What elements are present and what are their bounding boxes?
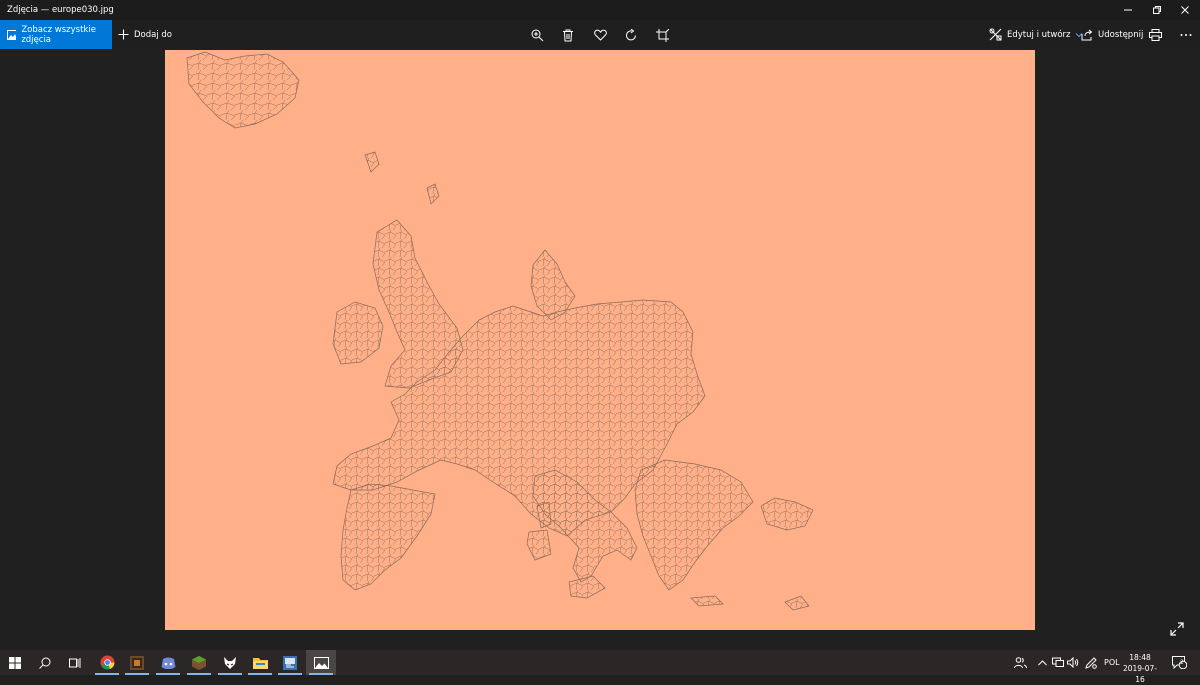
restore-button[interactable] <box>1142 0 1172 20</box>
europe-map-image[interactable] <box>165 50 1035 630</box>
minimize-icon <box>1124 9 1132 11</box>
view-all-label: Zobacz wszystkie zdjęcia <box>21 24 96 45</box>
file-explorer-icon <box>252 657 268 669</box>
chevron-up-icon <box>1038 659 1047 665</box>
discord-icon <box>161 657 175 669</box>
people-button[interactable] <box>1014 650 1027 675</box>
taskbar-photos[interactable] <box>306 650 336 675</box>
minecraft-icon <box>192 655 206 670</box>
europe-regions-map <box>186 51 814 611</box>
delete-icon <box>563 29 573 41</box>
task-view-button[interactable] <box>60 650 90 675</box>
taskbar-discord[interactable] <box>153 650 183 675</box>
taskbar-app-fox[interactable] <box>215 650 245 675</box>
notification-count: 2 <box>1180 659 1184 666</box>
pen-icon <box>1085 656 1097 669</box>
taskbar-chrome[interactable] <box>92 650 122 675</box>
photos-icon <box>7 29 17 40</box>
show-hidden-icons-button[interactable] <box>1038 650 1047 675</box>
clock-time: 18:48 <box>1129 653 1151 662</box>
taskbar-file-explorer[interactable] <box>245 650 275 675</box>
search-icon <box>39 657 51 669</box>
input-language[interactable]: POL <box>1104 650 1120 675</box>
taskbar-app-editor[interactable] <box>275 650 305 675</box>
network-button[interactable] <box>1052 650 1064 675</box>
window-title: Zdjęcia — europe030.jpg <box>7 5 114 15</box>
pen-workspace-button[interactable] <box>1085 650 1097 675</box>
clock-date: 2019-07-16 <box>1122 664 1158 684</box>
share-button[interactable]: Udostępnij <box>1081 20 1143 49</box>
close-button[interactable] <box>1170 0 1200 20</box>
app-brown-icon <box>130 655 144 670</box>
image-viewer <box>0 49 1200 650</box>
app-editor-icon <box>283 655 297 670</box>
input-language-label: POL <box>1104 658 1120 667</box>
start-button[interactable] <box>0 650 30 675</box>
search-button[interactable] <box>30 650 60 675</box>
rotate-icon <box>625 28 636 40</box>
add-to-button[interactable]: Dodaj do <box>118 20 172 49</box>
photos-app-icon <box>313 656 329 669</box>
more-icon <box>1180 34 1192 36</box>
restore-icon <box>1153 6 1161 14</box>
zoom-button[interactable] <box>527 25 547 45</box>
expand-fullscreen-icon[interactable] <box>1169 621 1185 637</box>
share-icon <box>1081 29 1093 40</box>
clock[interactable]: 18:48 2019-07-16 <box>1122 652 1158 685</box>
minimize-button[interactable] <box>1113 0 1143 20</box>
print-button[interactable] <box>1145 25 1165 45</box>
taskbar-minecraft[interactable] <box>184 650 214 675</box>
delete-button[interactable] <box>558 25 578 45</box>
crop-icon <box>655 28 669 42</box>
print-icon <box>1148 29 1162 41</box>
app-fox-icon <box>224 656 236 669</box>
volume-icon <box>1067 657 1079 668</box>
volume-button[interactable] <box>1067 650 1079 675</box>
favorite-button[interactable] <box>590 25 610 45</box>
taskbar: POL 18:48 2019-07-16 2 <box>0 650 1200 684</box>
rotate-button[interactable] <box>621 25 641 45</box>
window-title-bar: Zdjęcia — europe030.jpg <box>0 0 1200 20</box>
close-icon <box>1181 6 1189 14</box>
network-icon <box>1052 657 1064 667</box>
taskbar-app-brown[interactable] <box>122 650 152 675</box>
app-toolbar: Zobacz wszystkie zdjęcia Dodaj do Edytuj… <box>0 20 1200 49</box>
crop-button[interactable] <box>652 25 672 45</box>
people-icon <box>1014 657 1027 668</box>
edit-create-icon <box>989 28 1002 41</box>
action-center-button[interactable]: 2 <box>1172 650 1187 675</box>
zoom-icon <box>531 29 543 41</box>
plus-icon <box>118 29 129 40</box>
task-view-icon <box>68 658 80 668</box>
chrome-icon <box>100 655 114 670</box>
edit-create-label: Edytuj i utwórz <box>1007 29 1071 40</box>
edit-create-button[interactable]: Edytuj i utwórz <box>989 20 1083 49</box>
more-button[interactable] <box>1176 25 1196 45</box>
favorite-icon <box>593 29 607 41</box>
windows-logo-icon <box>9 656 21 669</box>
share-label: Udostępnij <box>1098 29 1144 40</box>
add-to-label: Dodaj do <box>134 29 173 40</box>
view-all-photos-button[interactable]: Zobacz wszystkie zdjęcia <box>0 20 112 49</box>
